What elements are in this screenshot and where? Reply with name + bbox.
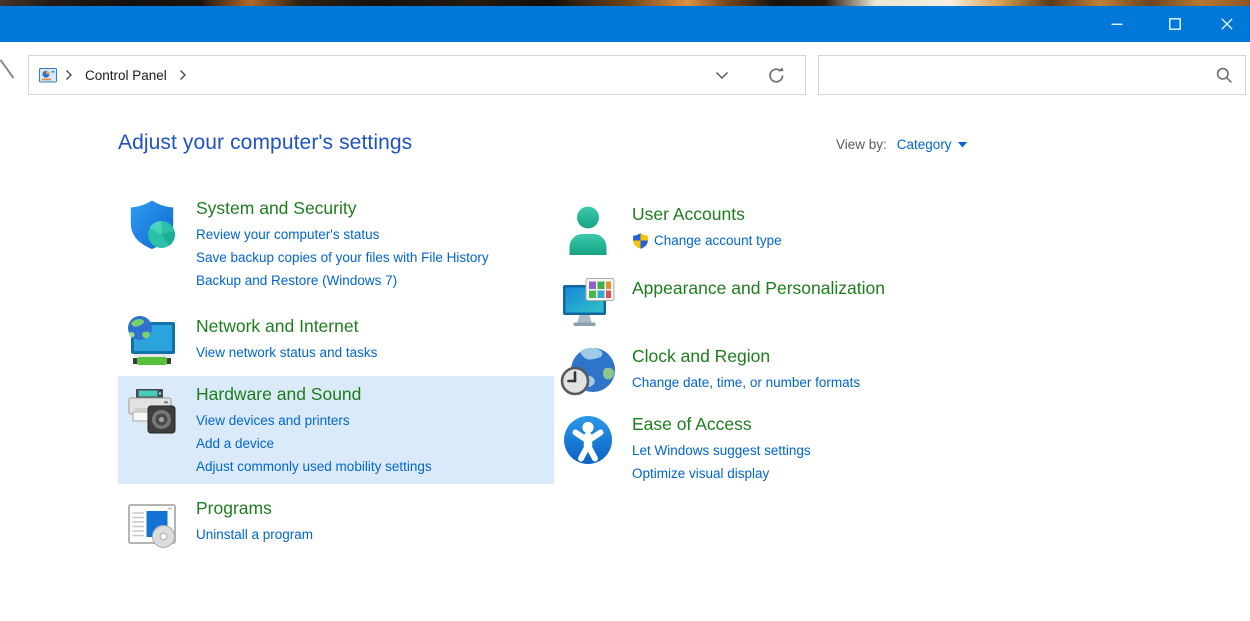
dropdown-triangle-icon (958, 142, 967, 148)
search-icon (1216, 67, 1233, 84)
category-item-ease-of-access[interactable]: Ease of Access Let Windows suggest setti… (554, 406, 1034, 491)
hardware-sound-icon[interactable] (124, 382, 180, 438)
category-title-ease-of-access[interactable]: Ease of Access (632, 414, 811, 435)
task-link-label: Review your computer's status (196, 223, 379, 246)
page-title: Adjust your computer's settings (118, 131, 412, 155)
task-link-save-backup-copies-of-your-files-with-file-history[interactable]: Save backup copies of your files with Fi… (196, 246, 489, 269)
search-input[interactable] (831, 56, 1216, 94)
task-link-label: Add a device (196, 432, 274, 455)
task-link-adjust-commonly-used-mobility-settings[interactable]: Adjust commonly used mobility settings (196, 455, 432, 478)
view-by-control: View by: Category (836, 137, 967, 152)
minimize-icon (1111, 18, 1123, 30)
view-by-value: Category (897, 137, 952, 152)
appearance-personalization-icon[interactable] (560, 276, 616, 332)
task-link-label: Uninstall a program (196, 523, 313, 546)
close-icon (1221, 18, 1233, 30)
category-title-appearance-and-personalization[interactable]: Appearance and Personalization (632, 278, 885, 299)
task-link-label: Change date, time, or number formats (632, 371, 860, 394)
task-link-label: Adjust commonly used mobility settings (196, 455, 432, 478)
window-controls (1088, 6, 1250, 42)
chevron-right-icon (179, 69, 187, 81)
task-link-label: View network status and tasks (196, 341, 377, 364)
category-item-network-and-internet[interactable]: Network and Internet View network status… (118, 308, 554, 376)
category-item-programs[interactable]: Programs Uninstall a program (118, 490, 554, 558)
task-link-view-devices-and-printers[interactable]: View devices and printers (196, 409, 432, 432)
address-dropdown-button[interactable] (707, 60, 737, 90)
control-panel-window: Control Panel Adjust your computer's set… (0, 0, 1250, 621)
task-link-view-network-status-and-tasks[interactable]: View network status and tasks (196, 341, 377, 364)
category-column-left: System and Security Review your computer… (118, 190, 554, 558)
close-button[interactable] (1204, 6, 1250, 42)
category-title-system-and-security[interactable]: System and Security (196, 198, 489, 219)
category-title-network-and-internet[interactable]: Network and Internet (196, 316, 377, 337)
task-link-backup-and-restore-windows-7[interactable]: Backup and Restore (Windows 7) (196, 269, 489, 292)
user-accounts-icon[interactable] (560, 202, 616, 258)
clock-region-icon[interactable] (560, 344, 616, 400)
control-panel-icon (39, 68, 57, 83)
category-title-user-accounts[interactable]: User Accounts (632, 204, 782, 225)
task-link-label: Optimize visual display (632, 462, 769, 485)
category-item-system-and-security[interactable]: System and Security Review your computer… (118, 190, 554, 298)
ease-of-access-icon[interactable] (560, 412, 616, 468)
refresh-button[interactable] (761, 60, 791, 90)
uac-shield-icon (632, 232, 649, 249)
category-title-programs[interactable]: Programs (196, 498, 313, 519)
task-link-uninstall-a-program[interactable]: Uninstall a program (196, 523, 313, 546)
back-arrow-fragment (0, 58, 16, 82)
network-internet-icon[interactable] (124, 314, 180, 370)
task-link-change-account-type[interactable]: Change account type (632, 229, 782, 252)
task-link-label: Backup and Restore (Windows 7) (196, 269, 397, 292)
task-link-review-your-computer-s-status[interactable]: Review your computer's status (196, 223, 489, 246)
category-title-clock-and-region[interactable]: Clock and Region (632, 346, 860, 367)
category-column-right: User Accounts Change account type Appear… (554, 196, 1034, 491)
task-link-label: View devices and printers (196, 409, 350, 432)
maximize-icon (1169, 18, 1181, 30)
category-item-hardware-and-sound[interactable]: Hardware and Sound View devices and prin… (118, 376, 554, 484)
view-by-dropdown[interactable]: Category (897, 137, 967, 152)
minimize-button[interactable] (1088, 6, 1146, 42)
task-link-change-date-time-or-number-formats[interactable]: Change date, time, or number formats (632, 371, 860, 394)
chevron-right-icon (65, 69, 73, 81)
category-item-appearance-and-personalization[interactable]: Appearance and Personalization (554, 270, 1034, 338)
task-link-label: Save backup copies of your files with Fi… (196, 246, 489, 269)
search-box[interactable] (818, 55, 1246, 95)
address-bar[interactable]: Control Panel (28, 55, 806, 95)
task-link-let-windows-suggest-settings[interactable]: Let Windows suggest settings (632, 439, 811, 462)
breadcrumb-item-control-panel[interactable]: Control Panel (81, 68, 171, 83)
chevron-down-icon (715, 71, 729, 80)
refresh-icon (767, 66, 786, 85)
category-item-clock-and-region[interactable]: Clock and Region Change date, time, or n… (554, 338, 1034, 406)
category-item-user-accounts[interactable]: User Accounts Change account type (554, 196, 1034, 264)
task-link-label: Change account type (654, 229, 782, 252)
category-title-hardware-and-sound[interactable]: Hardware and Sound (196, 384, 432, 405)
task-link-label: Let Windows suggest settings (632, 439, 811, 462)
programs-icon[interactable] (124, 496, 180, 552)
system-security-icon[interactable] (124, 196, 180, 252)
view-by-label: View by: (836, 137, 887, 152)
task-link-optimize-visual-display[interactable]: Optimize visual display (632, 462, 811, 485)
maximize-button[interactable] (1146, 6, 1204, 42)
task-link-add-a-device[interactable]: Add a device (196, 432, 432, 455)
window-titlebar[interactable] (0, 6, 1250, 42)
